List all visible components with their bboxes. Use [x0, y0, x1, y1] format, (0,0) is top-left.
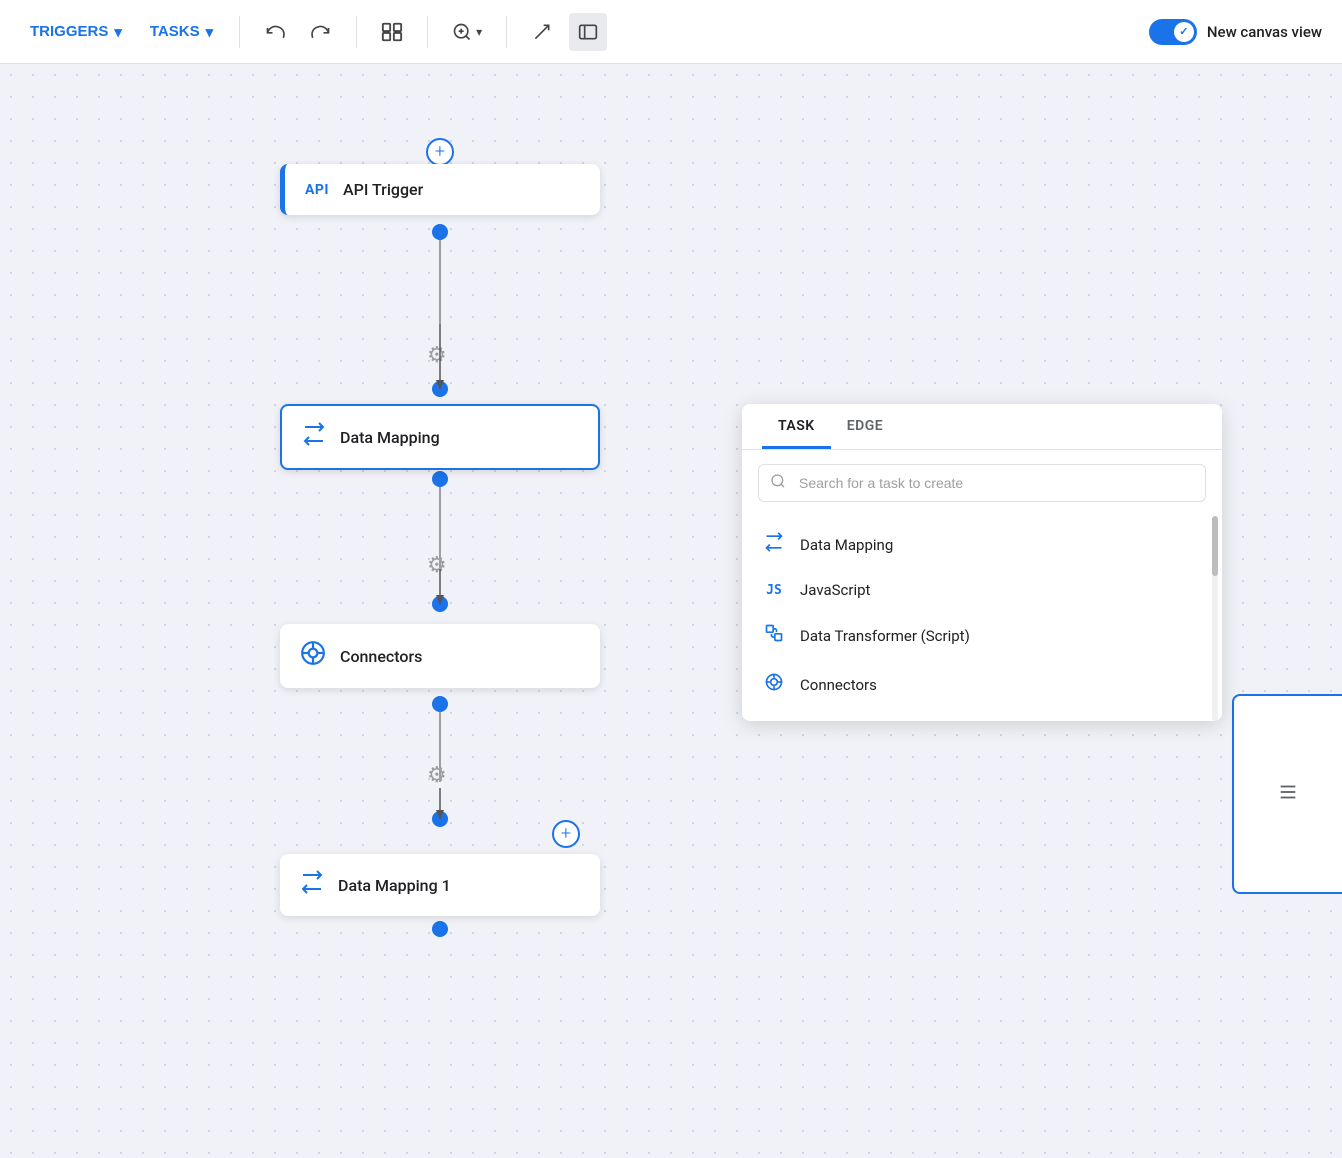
svg-text:+: +	[561, 823, 571, 844]
data-mapping-1-node[interactable]: Data Mapping 1	[280, 854, 600, 916]
javascript-item-icon: JS	[762, 583, 786, 598]
scrollbar-thumb	[1212, 516, 1218, 576]
triggers-label: TRIGGERS	[30, 23, 108, 40]
data-mapping-1-label: Data Mapping 1	[338, 876, 451, 895]
pen-button[interactable]	[523, 13, 561, 51]
tasks-chevron: ▾	[206, 23, 214, 41]
zoom-chevron: ▾	[476, 25, 482, 39]
javascript-item-label: JavaScript	[800, 581, 870, 599]
divider-1	[239, 16, 240, 48]
triggers-button[interactable]: TRIGGERS ▾	[20, 17, 132, 47]
divider-4	[506, 16, 507, 48]
scrollbar-track	[1212, 516, 1218, 721]
data-mapping-1-icon	[300, 870, 324, 900]
canvas: + ⚙ ⚙ ⚙ +	[0, 64, 1342, 1158]
data-transformer-item-icon	[762, 623, 786, 648]
tasks-label: TASKS	[150, 23, 200, 40]
new-canvas-toggle[interactable]	[1149, 19, 1197, 45]
list-item-javascript[interactable]: JS JavaScript	[742, 569, 1222, 611]
svg-text:+: +	[435, 141, 445, 162]
tab-task[interactable]: TASK	[762, 404, 831, 449]
right-panel	[1232, 694, 1342, 894]
search-input[interactable]	[758, 464, 1206, 502]
zoom-button[interactable]: ▾	[444, 16, 490, 48]
connectors-label: Connectors	[340, 647, 422, 666]
dropdown-tabs: TASK EDGE	[742, 404, 1222, 450]
svg-text:⚙: ⚙	[427, 763, 447, 788]
dropdown-list: Data Mapping JS JavaScript Data Transfor…	[742, 516, 1222, 721]
divider-2	[356, 16, 357, 48]
connectors-item-label: Connectors	[800, 676, 877, 694]
tab-edge[interactable]: EDGE	[831, 404, 899, 449]
undo-button[interactable]	[256, 13, 294, 51]
data-mapping-item-label: Data Mapping	[800, 536, 893, 554]
data-mapping-label: Data Mapping	[340, 428, 440, 447]
connectors-item-icon	[762, 672, 786, 697]
right-panel-icon	[1277, 781, 1299, 808]
search-icon	[770, 473, 786, 493]
task-dropdown-panel: TASK EDGE	[742, 404, 1222, 721]
search-container	[758, 464, 1206, 502]
api-icon: API	[305, 182, 329, 198]
data-mapping-node[interactable]: Data Mapping	[280, 404, 600, 470]
canvas-view-button[interactable]	[569, 13, 607, 51]
layout-button[interactable]	[373, 13, 411, 51]
redo-button[interactable]	[302, 13, 340, 51]
api-trigger-node[interactable]: API API Trigger	[280, 164, 600, 215]
list-item-data-transformer[interactable]: Data Transformer (Script)	[742, 611, 1222, 660]
new-canvas-toggle-group: New canvas view	[1149, 19, 1322, 45]
data-mapping-item-icon	[762, 532, 786, 557]
connectors-icon	[300, 640, 326, 672]
api-trigger-label: API Trigger	[343, 180, 423, 199]
data-transformer-item-label: Data Transformer (Script)	[800, 627, 970, 645]
svg-text:⚙: ⚙	[427, 343, 447, 368]
toolbar: TRIGGERS ▾ TASKS ▾	[0, 0, 1342, 64]
tasks-button[interactable]: TASKS ▾	[140, 17, 223, 47]
new-canvas-label: New canvas view	[1207, 23, 1322, 41]
connectors-node[interactable]: Connectors	[280, 624, 600, 688]
data-mapping-icon	[302, 422, 326, 452]
triggers-chevron: ▾	[114, 23, 122, 41]
list-item-connectors[interactable]: Connectors	[742, 660, 1222, 709]
svg-text:⚙: ⚙	[427, 553, 447, 578]
divider-3	[427, 16, 428, 48]
list-item-data-mapping[interactable]: Data Mapping	[742, 520, 1222, 569]
